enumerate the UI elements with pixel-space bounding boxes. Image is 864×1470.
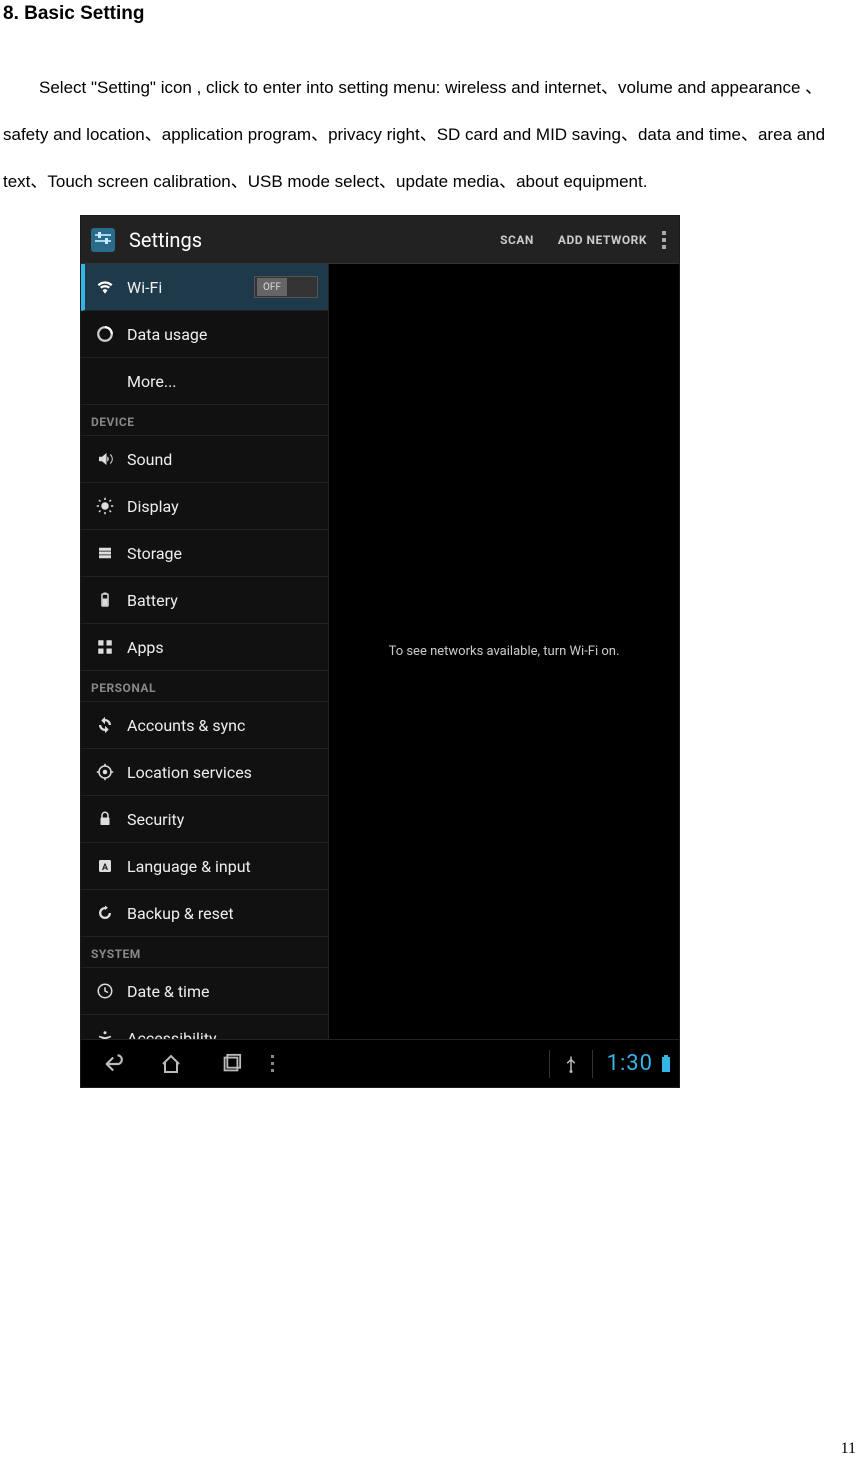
sidebar-item-data-usage[interactable]: Data usage (81, 311, 328, 358)
sidebar-item-label: Location services (127, 763, 252, 782)
sidebar-item-label: Language & input (127, 857, 251, 876)
sync-icon (89, 716, 121, 734)
sidebar-item-display[interactable]: Display (81, 483, 328, 530)
settings-screenshot: Settings SCAN ADD NETWORK Wi-Fi OFF (80, 215, 680, 1088)
sidebar-item-label: Security (127, 810, 184, 829)
sidebar-item-language[interactable]: A Language & input (81, 843, 328, 890)
sidebar-item-location[interactable]: Location services (81, 749, 328, 796)
home-button[interactable] (141, 1052, 201, 1076)
sidebar-item-security[interactable]: Security (81, 796, 328, 843)
sidebar-item-label: Backup & reset (127, 904, 234, 923)
sidebar-item-label: Apps (127, 638, 164, 657)
status-clock[interactable]: 1:30 (599, 1051, 661, 1076)
sidebar-item-accessibility[interactable]: Accessibility (81, 1015, 328, 1039)
sidebar-item-label: More... (127, 372, 177, 391)
navigation-bar: 1:30 (81, 1039, 679, 1087)
section-heading: 8. Basic Setting (3, 3, 864, 25)
nav-menu-icon[interactable] (261, 1055, 284, 1072)
settings-sidebar: Wi-Fi OFF Data usage More... DEVICE (81, 264, 328, 1039)
lock-icon (89, 810, 121, 828)
sidebar-item-label: Date & time (127, 982, 209, 1001)
sidebar-item-apps[interactable]: Apps (81, 624, 328, 671)
body-paragraph: Select "Setting" icon , click to enter i… (3, 65, 861, 205)
sidebar-item-backup[interactable]: Backup & reset (81, 890, 328, 937)
sidebar-item-label: Accounts & sync (127, 716, 245, 735)
action-bar: Settings SCAN ADD NETWORK (81, 216, 679, 264)
sidebar-item-label: Display (127, 497, 179, 516)
sidebar-item-battery[interactable]: Battery (81, 577, 328, 624)
sidebar-item-sound[interactable]: Sound (81, 436, 328, 483)
location-icon (89, 763, 121, 781)
nav-separator (549, 1050, 550, 1078)
sidebar-item-label: Battery (127, 591, 178, 610)
wifi-icon (89, 277, 121, 297)
section-header-personal: PERSONAL (81, 671, 328, 702)
overflow-menu-icon[interactable] (659, 231, 679, 249)
section-header-device: DEVICE (81, 405, 328, 436)
add-network-button[interactable]: ADD NETWORK (546, 233, 659, 247)
wifi-toggle[interactable]: OFF (254, 276, 318, 298)
detail-pane: To see networks available, turn Wi-Fi on… (328, 264, 679, 1039)
accessibility-icon (89, 1029, 121, 1039)
back-button[interactable] (81, 1051, 141, 1077)
scan-button[interactable]: SCAN (488, 233, 546, 247)
sidebar-item-label: Data usage (127, 325, 207, 344)
svg-text:A: A (102, 863, 109, 873)
sidebar-item-datetime[interactable]: Date & time (81, 968, 328, 1015)
sidebar-item-label: Sound (127, 450, 172, 469)
action-bar-title: Settings (129, 228, 202, 252)
recent-apps-button[interactable] (201, 1053, 261, 1075)
wifi-toggle-state: OFF (257, 278, 287, 296)
usb-notification-icon[interactable] (556, 1055, 586, 1073)
nav-separator (592, 1050, 593, 1078)
sidebar-item-label: Wi-Fi (127, 278, 162, 297)
data-usage-icon (89, 325, 121, 343)
apps-icon (89, 638, 121, 656)
sidebar-item-storage[interactable]: Storage (81, 530, 328, 577)
backup-icon (89, 904, 121, 922)
sidebar-item-label: Storage (127, 544, 182, 563)
page-number: 11 (841, 1440, 856, 1458)
sidebar-item-wifi[interactable]: Wi-Fi OFF (81, 264, 328, 311)
battery-icon (89, 591, 121, 609)
sidebar-item-more[interactable]: More... (81, 358, 328, 405)
section-header-system: SYSTEM (81, 937, 328, 968)
body-paragraph-text: Select "Setting" icon , click to enter i… (3, 78, 825, 191)
display-icon (89, 497, 121, 515)
wifi-off-message: To see networks available, turn Wi-Fi on… (389, 644, 620, 659)
settings-app-icon (81, 218, 125, 262)
language-icon: A (89, 857, 121, 875)
clock-icon (89, 982, 121, 1000)
sidebar-item-label: Accessibility (127, 1029, 217, 1040)
storage-icon (89, 544, 121, 562)
battery-status-icon (661, 1055, 671, 1073)
sound-icon (89, 450, 121, 468)
status-icons[interactable] (661, 1055, 679, 1073)
sidebar-item-accounts[interactable]: Accounts & sync (81, 702, 328, 749)
